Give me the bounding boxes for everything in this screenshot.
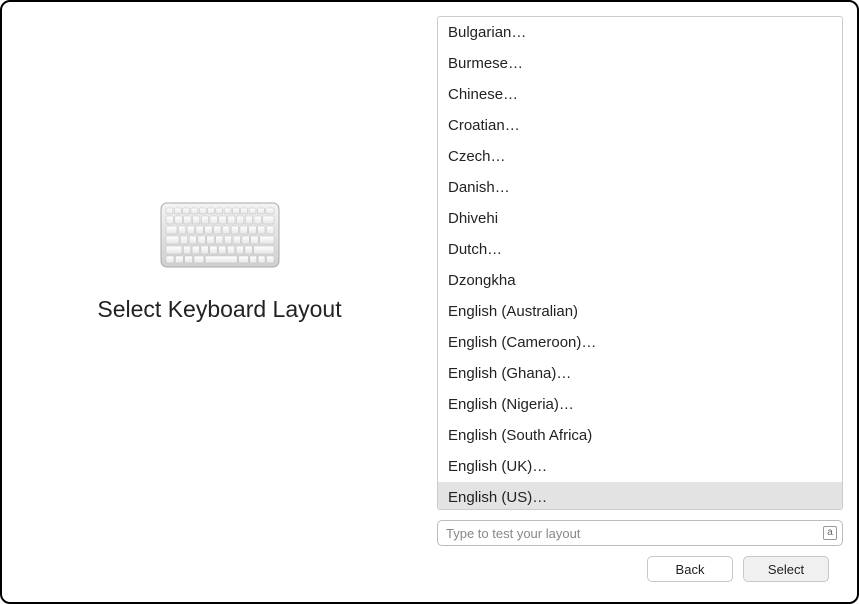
keyboard-layout-dialog: Select Keyboard Layout Bulgarian…Burmese… — [0, 0, 859, 604]
select-button[interactable]: Select — [743, 556, 829, 582]
input-source-indicator-icon: a — [823, 526, 837, 540]
list-item[interactable]: English (South Africa) — [438, 420, 842, 451]
list-item[interactable]: Dutch… — [438, 234, 842, 265]
left-panel: Select Keyboard Layout — [2, 2, 437, 602]
list-item[interactable]: English (UK)… — [438, 451, 842, 482]
test-input-container: a — [437, 520, 843, 546]
list-item[interactable]: Chinese… — [438, 79, 842, 110]
list-item[interactable]: Dhivehi — [438, 203, 842, 234]
right-panel: Bulgarian…Burmese…Chinese…Croatian…Czech… — [437, 2, 857, 602]
back-button[interactable]: Back — [647, 556, 733, 582]
dialog-content: Select Keyboard Layout Bulgarian…Burmese… — [2, 2, 857, 602]
list-item[interactable]: Croatian… — [438, 110, 842, 141]
list-item[interactable]: English (US)… — [438, 482, 842, 510]
list-item[interactable]: Burmese… — [438, 48, 842, 79]
keyboard-icon — [160, 202, 280, 268]
page-title: Select Keyboard Layout — [97, 296, 341, 323]
list-item[interactable]: Czech… — [438, 141, 842, 172]
list-item[interactable]: English (Ghana)… — [438, 358, 842, 389]
dialog-footer: Back Select — [437, 546, 843, 596]
list-item[interactable]: Bulgarian… — [438, 17, 842, 48]
list-item[interactable]: English (Nigeria)… — [438, 389, 842, 420]
list-item[interactable]: English (Australian) — [438, 296, 842, 327]
list-item[interactable]: Danish… — [438, 172, 842, 203]
list-item[interactable]: English (Cameroon)… — [438, 327, 842, 358]
keyboard-layout-list[interactable]: Bulgarian…Burmese…Chinese…Croatian…Czech… — [437, 16, 843, 510]
list-item[interactable]: Dzongkha — [438, 265, 842, 296]
test-layout-input[interactable] — [437, 520, 843, 546]
